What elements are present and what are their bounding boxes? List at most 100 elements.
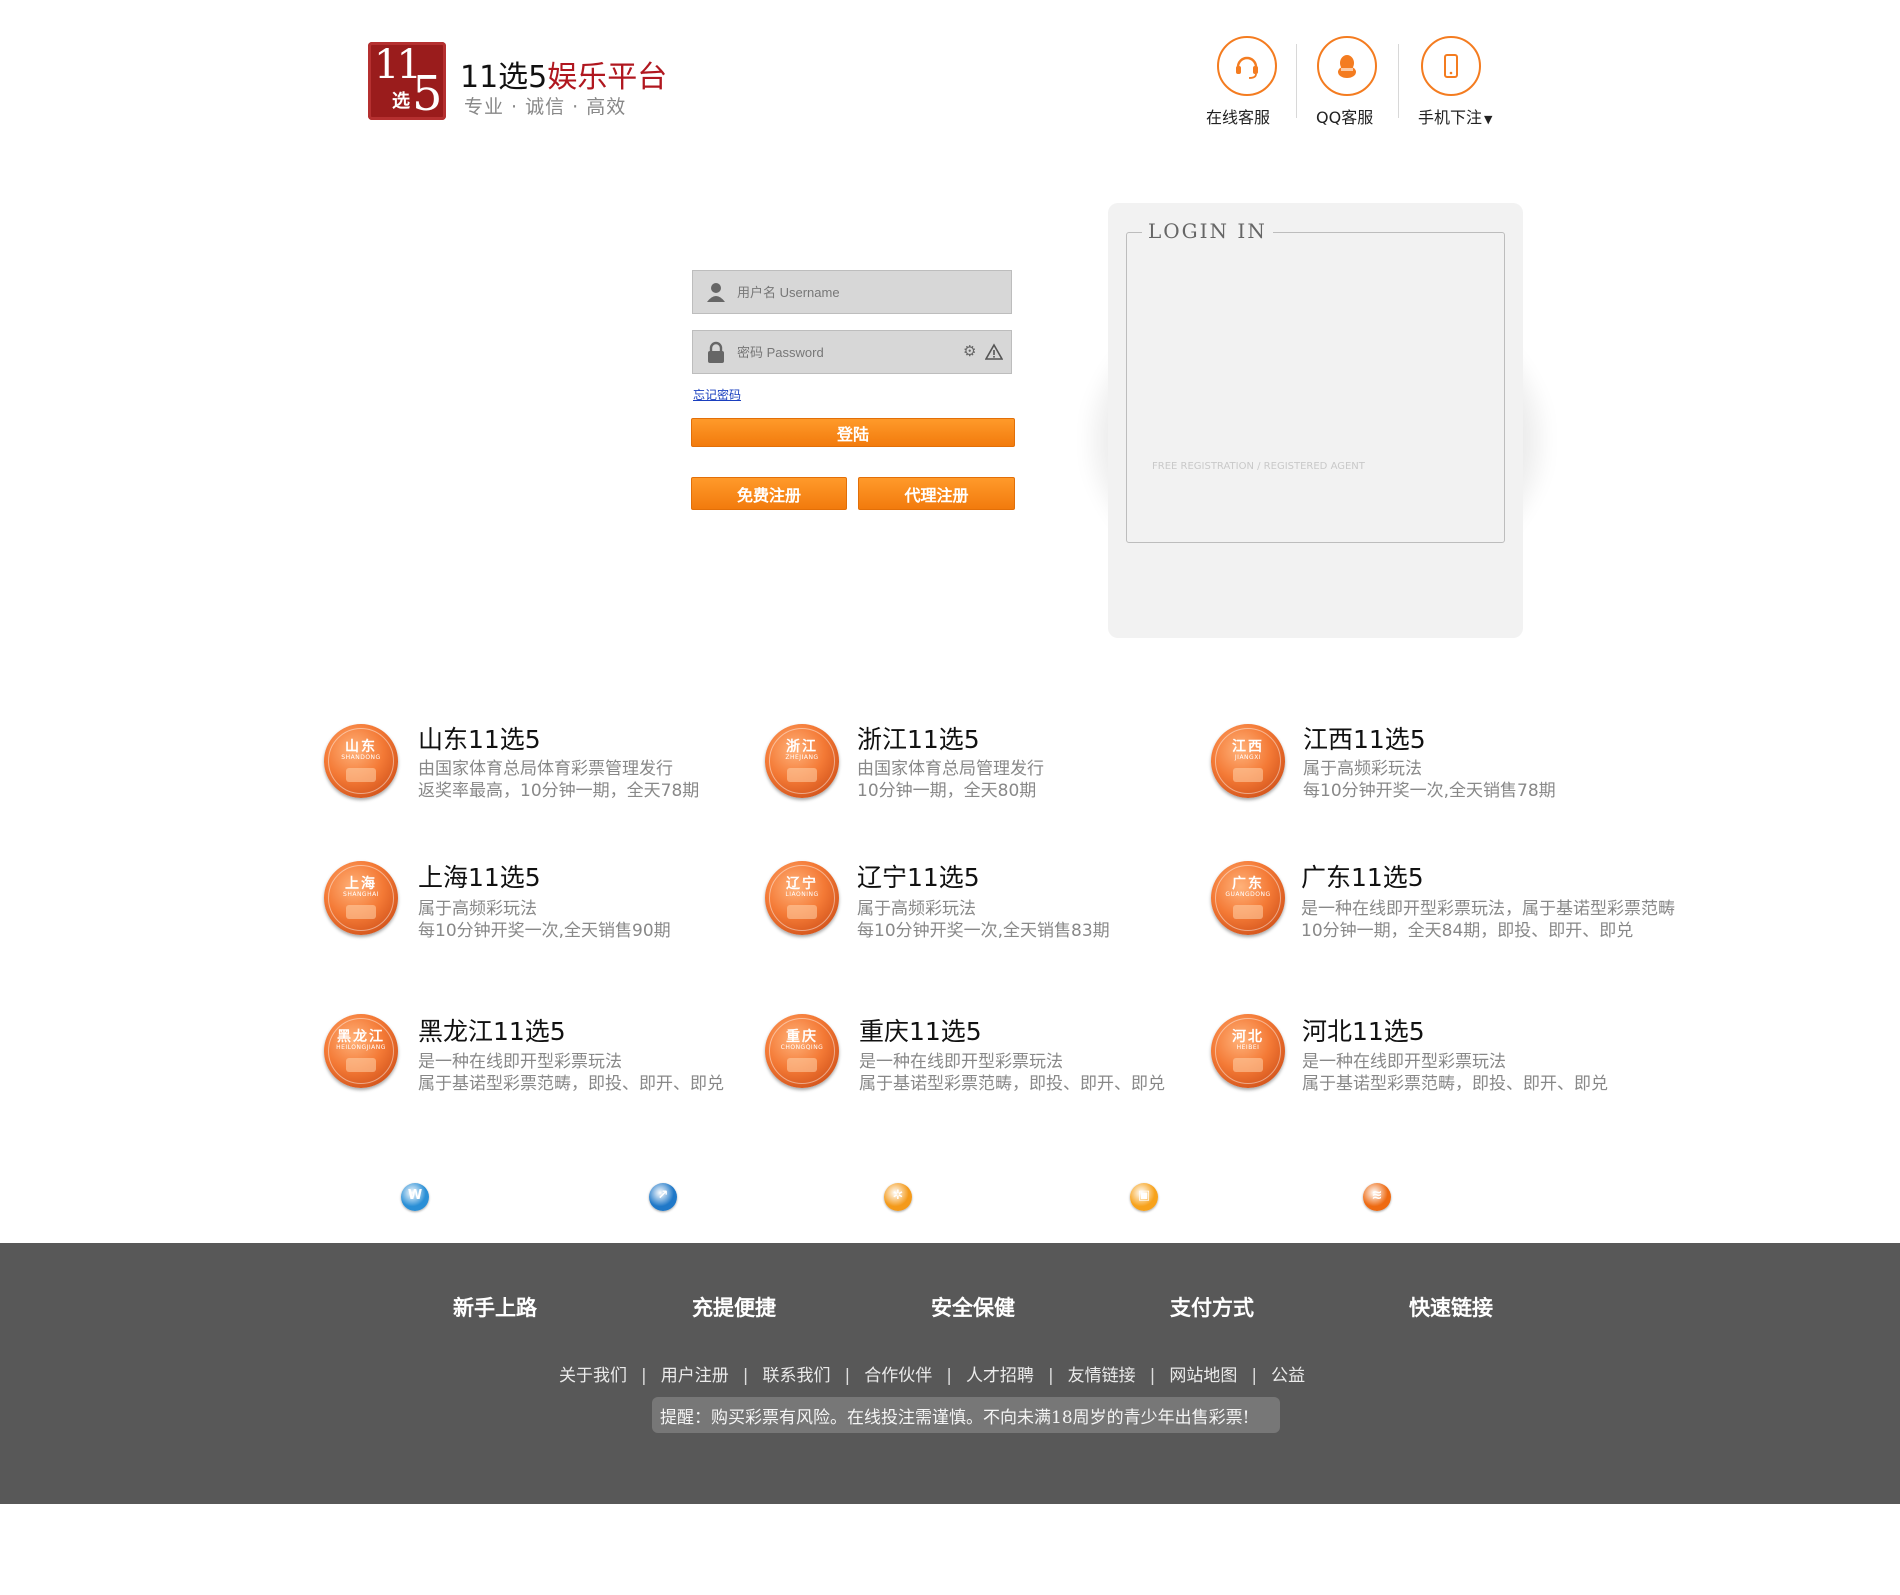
lottery-desc-line1: 是一种在线即开型彩票玩法 <box>859 1052 1063 1072</box>
footer-notice: 提醒：购买彩票有风险。在线投注需谨慎。不向未满18周岁的青少年出售彩票! <box>652 1397 1280 1433</box>
password-input[interactable] <box>737 331 937 373</box>
badge-decor <box>787 1058 817 1072</box>
badge-decor <box>787 905 817 919</box>
lottery-badge-icon[interactable]: 广东 GUANGDONG <box>1211 861 1285 935</box>
footer-heading-payment[interactable]: 支付方式 <box>1170 1292 1254 1322</box>
lottery-desc-line1: 属于高频彩玩法 <box>1303 759 1422 779</box>
lottery-badge-cn: 山东 <box>345 739 377 755</box>
lottery-desc-line1: 是一种在线即开型彩票玩法，属于基诺型彩票范畴 <box>1301 899 1675 919</box>
footer-link-separator: | <box>946 1366 952 1386</box>
footer-link-separator: | <box>1251 1366 1258 1386</box>
lottery-desc-line2: 10分钟一期，全天84期，即投、即开、即兑 <box>1301 921 1634 941</box>
footer-link-partners[interactable]: 合作伙伴 <box>864 1366 932 1386</box>
lottery-title[interactable]: 山东11选5 <box>418 720 541 756</box>
footer-link-charity[interactable]: 公益 <box>1271 1366 1305 1386</box>
lottery-badge-cn: 广东 <box>1232 876 1264 892</box>
lottery-desc-line2: 返奖率最高，10分钟一期，全天78期 <box>418 781 700 801</box>
lottery-badge-icon[interactable]: 上海 SHANGHAI <box>324 861 398 935</box>
login-panel-frame <box>1126 232 1505 543</box>
qq-penguin-icon <box>1338 55 1356 78</box>
login-button[interactable]: 登陆 <box>691 418 1015 447</box>
chat-icon[interactable]: ▣ <box>1130 1183 1158 1211</box>
site-logo[interactable]: 11 选 5 <box>368 42 446 122</box>
lottery-badge-icon[interactable]: 浙江 ZHEJIANG <box>765 724 839 798</box>
username-input[interactable] <box>737 271 937 313</box>
lottery-title[interactable]: 浙江11选5 <box>857 720 980 756</box>
rss-icon[interactable]: ≋ <box>1363 1183 1391 1211</box>
social-glyph: ≋ <box>1371 1188 1383 1203</box>
badge-decor <box>1233 1058 1263 1072</box>
footer-link-contact[interactable]: 联系我们 <box>762 1366 830 1386</box>
free-register-button[interactable]: 免费注册 <box>691 477 847 510</box>
footer-link-separator: | <box>742 1366 749 1386</box>
password-field[interactable]: ⚙ <box>692 330 1012 374</box>
footer-link-friends[interactable]: 友情链接 <box>1068 1366 1136 1386</box>
weibo-icon[interactable]: W <box>401 1183 429 1211</box>
agent-register-button[interactable]: 代理注册 <box>858 477 1015 510</box>
lottery-title[interactable]: 黑龙江11选5 <box>418 1012 566 1048</box>
lottery-title[interactable]: 辽宁11选5 <box>857 858 980 894</box>
lock-icon <box>708 341 724 363</box>
lottery-badge-icon[interactable]: 黑龙江 HEILONGJIANG <box>324 1014 398 1088</box>
online-service-button[interactable] <box>1217 36 1277 96</box>
footer-links: 关于我们 | 用户注册 | 联系我们 | 合作伙伴 | 人才招聘 | 友情链接 | 网站地图 | 公益 <box>559 1361 1305 1386</box>
footer-heading-security[interactable]: 安全保健 <box>931 1292 1015 1322</box>
brand-title-highlight: 娱乐平台 <box>547 60 668 95</box>
lottery-title[interactable]: 上海11选5 <box>418 858 541 894</box>
lottery-badge-pinyin: GUANGDONG <box>1225 891 1271 898</box>
online-service-label[interactable]: 在线客服 <box>1206 104 1270 128</box>
footer-link-sitemap[interactable]: 网站地图 <box>1169 1366 1237 1386</box>
login-panel-title: LOGIN IN <box>1142 219 1273 243</box>
footer-link-separator: | <box>1047 1366 1054 1386</box>
lottery-desc-line2: 每10分钟开奖一次,全天销售83期 <box>857 921 1110 941</box>
mobile-bet-text: 手机下注 <box>1418 108 1483 127</box>
panel-register-links[interactable]: FREE REGISTRATION / REGISTERED AGENT <box>1152 461 1365 472</box>
user-icon <box>707 283 725 302</box>
footer-heading-deposit[interactable]: 充提便捷 <box>692 1292 776 1322</box>
lottery-desc-line1: 由国家体育总局体育彩票管理发行 <box>418 759 673 779</box>
badge-decor <box>346 905 376 919</box>
lottery-badge-icon[interactable]: 重庆 CHONGQING <box>765 1014 839 1088</box>
footer-heading-beginner[interactable]: 新手上路 <box>453 1292 537 1322</box>
footer-link-register[interactable]: 用户注册 <box>661 1366 729 1386</box>
lottery-desc-line2: 属于基诺型彩票范畴，即投、即开、即兑 <box>859 1074 1165 1094</box>
settings-gear-icon[interactable]: ⚙ <box>963 342 976 360</box>
lottery-badge-icon[interactable]: 辽宁 LIAONING <box>765 861 839 935</box>
badge-decor <box>787 768 817 782</box>
lottery-badge-cn: 河北 <box>1232 1029 1264 1045</box>
mobile-bet-label[interactable]: 手机下注 ▼ <box>1418 104 1492 128</box>
footer-heading-links[interactable]: 快速链接 <box>1409 1292 1493 1322</box>
star-badge-icon[interactable]: ✲ <box>884 1183 912 1211</box>
badge-decor <box>346 1058 376 1072</box>
lottery-title[interactable]: 重庆11选5 <box>859 1012 982 1048</box>
lottery-desc-line1: 由国家体育总局管理发行 <box>857 759 1044 779</box>
forgot-password-link[interactable]: 忘记密码 <box>693 386 741 403</box>
badge-decor <box>1233 768 1263 782</box>
lottery-title[interactable]: 河北11选5 <box>1302 1012 1425 1048</box>
badge-decor <box>346 768 376 782</box>
lottery-badge-icon[interactable]: 河北 HEIBEI <box>1211 1014 1285 1088</box>
warning-icon[interactable] <box>985 343 1003 361</box>
lottery-title[interactable]: 广东11选5 <box>1301 858 1424 894</box>
lottery-badge-cn: 辽宁 <box>786 876 818 892</box>
footer-link-separator: | <box>641 1366 647 1386</box>
qq-service-button[interactable] <box>1317 36 1377 96</box>
lottery-badge-pinyin: ZHEJIANG <box>785 754 819 761</box>
lottery-desc-line1: 属于高频彩玩法 <box>857 899 976 919</box>
mobile-bet-button[interactable] <box>1421 36 1481 96</box>
footer-link-about[interactable]: 关于我们 <box>559 1366 627 1386</box>
lottery-title[interactable]: 江西11选5 <box>1303 720 1426 756</box>
lottery-desc-line2: 每10分钟开奖一次,全天销售78期 <box>1303 781 1556 801</box>
lottery-badge-pinyin: JIANGXI <box>1234 754 1262 761</box>
lottery-badge-icon[interactable]: 江西 JIANGXI <box>1211 724 1285 798</box>
qq-service-label[interactable]: QQ客服 <box>1316 104 1373 128</box>
lottery-badge-icon[interactable]: 山东 SHANDONG <box>324 724 398 798</box>
lottery-desc-line2: 每10分钟开奖一次,全天销售90期 <box>418 921 671 941</box>
footer-link-jobs[interactable]: 人才招聘 <box>966 1366 1034 1386</box>
lottery-badge-cn: 浙江 <box>786 739 818 755</box>
lottery-badge-cn: 重庆 <box>786 1029 818 1045</box>
compass-icon[interactable]: ↗ <box>649 1183 677 1211</box>
header-divider <box>1398 44 1399 118</box>
mobile-phone-icon <box>1444 54 1458 78</box>
username-field[interactable] <box>692 270 1012 314</box>
